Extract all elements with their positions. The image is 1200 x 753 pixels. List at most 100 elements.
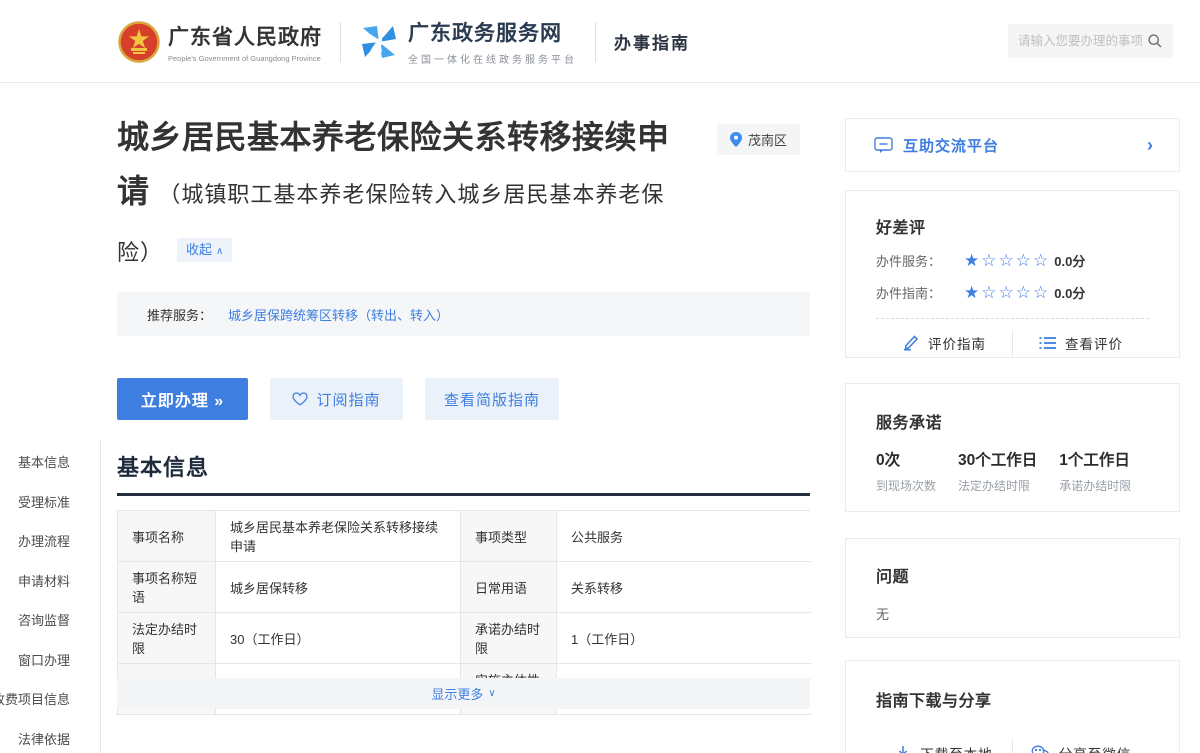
basic-info-heading: 基本信息: [117, 450, 810, 496]
table-value: 关系转移: [557, 562, 811, 613]
star-empty-icon: ☆: [999, 251, 1016, 270]
view-evaluation-label: 查看评价: [1065, 333, 1123, 353]
portal-logo-text[interactable]: 广东政务服务网 全国一体化在线政务服务平台: [408, 17, 577, 66]
location-badge[interactable]: 茂南区: [717, 124, 800, 155]
chat-bubble-icon: [874, 137, 893, 154]
table-label: 事项类型: [461, 511, 557, 562]
search-icon[interactable]: [1147, 33, 1163, 49]
pencil-icon: [902, 334, 919, 351]
heart-icon: [292, 392, 308, 406]
stat-visits: 0次 到现场次数: [876, 448, 936, 494]
stat-value: 1个工作日: [1059, 448, 1131, 470]
rating-score: 0.0分: [1054, 251, 1085, 270]
table-label: 法定办结时限: [118, 613, 216, 664]
table-value: 城乡居民基本养老保险关系转移接续申请: [216, 511, 461, 562]
nav-item-window-handling[interactable]: 窗口办理: [0, 650, 100, 669]
rating-score: 0.0分: [1054, 283, 1085, 302]
recommend-bar: 推荐服务： 城乡居保跨统筹区转移（转出、转入）: [117, 292, 810, 336]
portal-logo-icon: [359, 22, 399, 62]
action-buttons: 立即办理 » 订阅指南 查看简版指南: [117, 378, 559, 420]
star-filled-icon: ★: [964, 283, 981, 302]
site-header: 广东省人民政府 People's Government of Guangdong…: [0, 0, 1200, 83]
table-value: 公共服务: [557, 511, 811, 562]
download-icon: [895, 745, 911, 753]
wechat-share-label: 分享至微信: [1059, 743, 1132, 753]
stat-value: 0次: [876, 448, 936, 470]
subscribe-guide-label: 订阅指南: [316, 389, 380, 410]
location-pin-icon: [730, 132, 742, 147]
search-box: [1008, 24, 1173, 58]
rating-card: 好差评 办件服务： ★☆☆☆☆ 0.0分 办件指南： ★☆☆☆☆ 0.0分 评价…: [845, 190, 1180, 358]
gov-logo-text[interactable]: 广东省人民政府 People's Government of Guangdong…: [168, 21, 322, 63]
subscribe-guide-button[interactable]: 订阅指南: [270, 378, 403, 420]
caret-up-icon: ∧: [216, 246, 223, 257]
page: 广东省人民政府 People's Government of Guangdong…: [0, 0, 1200, 753]
nav-item-materials[interactable]: 申请材料: [0, 571, 100, 590]
nav-item-legal-basis[interactable]: 法律依据: [0, 729, 100, 748]
wechat-icon: [1031, 745, 1050, 753]
service-promise-heading: 服务承诺: [876, 409, 1149, 433]
star-empty-icon: ☆: [1016, 283, 1033, 302]
rating-row-label: 办件指南：: [876, 283, 964, 302]
rating-row-guide: 办件指南： ★☆☆☆☆ 0.0分: [876, 283, 1149, 302]
evaluation-guide-label: 评价指南: [928, 333, 986, 353]
stat-label: 承诺办结时限: [1059, 477, 1131, 494]
anchor-nav: 基本信息 受理标准 办理流程 申请材料 咨询监督 窗口办理 收费项目信息 法律依…: [0, 440, 101, 753]
caret-down-icon: ∨: [488, 688, 495, 699]
stat-label: 法定办结时限: [958, 477, 1037, 494]
apply-now-button[interactable]: 立即办理 »: [117, 378, 248, 420]
star-empty-icon: ☆: [999, 283, 1016, 302]
download-share-card: 指南下载与分享 下载至本地: [845, 660, 1180, 753]
stat-promised-limit: 1个工作日 承诺办结时限: [1059, 448, 1131, 494]
show-more-button[interactable]: 显示更多 ∨: [117, 678, 810, 709]
recommend-label: 推荐服务：: [147, 305, 212, 324]
star-rating[interactable]: ★☆☆☆☆: [964, 252, 1050, 269]
evaluation-guide-button[interactable]: 评价指南: [876, 333, 1012, 353]
portal-name: 广东政务服务网: [408, 17, 577, 47]
collapse-button[interactable]: 收起∧: [177, 238, 232, 262]
table-label: 事项名称: [118, 511, 216, 562]
table-value: 30（工作日）: [216, 613, 461, 664]
star-rating[interactable]: ★☆☆☆☆: [964, 284, 1050, 301]
star-empty-icon: ☆: [1016, 251, 1033, 270]
nav-item-process[interactable]: 办理流程: [0, 531, 100, 550]
header-divider: [340, 22, 341, 62]
question-heading: 问题: [876, 563, 1149, 587]
chevron-right-icon: ›: [1147, 135, 1153, 156]
download-share-heading: 指南下载与分享: [876, 687, 1149, 711]
download-local-button[interactable]: 下载至本地: [876, 743, 1012, 753]
promise-stats: 0次 到现场次数 30个工作日 法定办结时限 1个工作日 承诺办结时限: [876, 448, 1149, 494]
show-more-label: 显示更多: [431, 684, 483, 703]
list-icon: [1039, 336, 1056, 350]
question-content: 无: [876, 604, 1149, 623]
service-promise-card: 服务承诺 0次 到现场次数 30个工作日 法定办结时限 1个工作日 承诺办结时限: [845, 383, 1180, 512]
table-label: 日常用语: [461, 562, 557, 613]
nav-item-acceptance-criteria[interactable]: 受理标准: [0, 492, 100, 511]
rating-heading: 好差评: [876, 214, 1149, 238]
wechat-share-button[interactable]: 分享至微信: [1013, 743, 1149, 753]
title-block: 城乡居民基本养老保险关系转移接续申请 （城镇职工基本养老保险转入城乡居民基本养老…: [117, 110, 810, 280]
nav-item-basic-info[interactable]: 基本信息: [0, 452, 100, 471]
download-local-label: 下载至本地: [920, 743, 993, 753]
national-emblem-icon: [118, 21, 160, 63]
simple-guide-button[interactable]: 查看简版指南: [425, 378, 559, 420]
share-footer: 下载至本地 分享至微信: [876, 729, 1149, 753]
star-empty-icon: ☆: [981, 283, 998, 302]
page-section-label: 办事指南: [614, 29, 690, 54]
table-value: 1（工作日）: [557, 613, 811, 664]
table-label: 事项名称短语: [118, 562, 216, 613]
rating-row-label: 办件服务：: [876, 251, 964, 270]
basic-info-heading-text: 基本信息: [117, 455, 209, 480]
header-divider-2: [595, 22, 596, 62]
view-evaluation-button[interactable]: 查看评价: [1013, 333, 1149, 353]
nav-item-fees[interactable]: 收费项目信息: [0, 689, 100, 708]
page-title: 城乡居民基本养老保险关系转移接续申请 （城镇职工基本养老保险转入城乡居民基本养老…: [117, 110, 687, 280]
recommend-service-link[interactable]: 城乡居保跨统筹区转移（转出、转入）: [228, 305, 449, 324]
table-label: 承诺办结时限: [461, 613, 557, 664]
logo-group: 广东省人民政府 People's Government of Guangdong…: [118, 0, 690, 83]
gov-subtitle: People's Government of Guangdong Provinc…: [168, 54, 322, 63]
nav-item-consult-supervise[interactable]: 咨询监督: [0, 610, 100, 629]
help-platform-card[interactable]: 互助交流平台 ›: [845, 118, 1180, 172]
search-input[interactable]: [1018, 34, 1147, 48]
location-label: 茂南区: [748, 130, 787, 149]
